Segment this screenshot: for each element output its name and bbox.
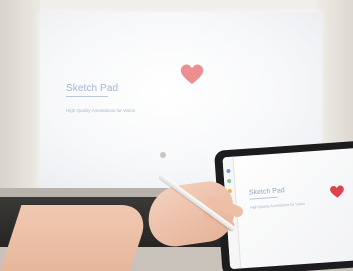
person-arm (0, 205, 152, 271)
photo-scene: Sketch Pad High Quality Annotations for … (0, 0, 353, 271)
toolbar-color-dot[interactable] (226, 168, 231, 174)
projected-subtitle: High Quality Annotations for Vision (66, 108, 136, 113)
toolbar-color-dot[interactable] (226, 178, 232, 184)
projected-title-underline (66, 96, 108, 97)
ipad-title-underline (249, 196, 278, 200)
stylus-cap (160, 152, 166, 158)
ipad-heart-icon (330, 185, 344, 198)
ipad-app-title: Sketch Pad (248, 187, 285, 197)
projected-app-title: Sketch Pad (66, 83, 119, 94)
projected-heart-icon (180, 64, 204, 84)
ipad-subtitle: High Quality Annotations for Vision (249, 201, 306, 210)
